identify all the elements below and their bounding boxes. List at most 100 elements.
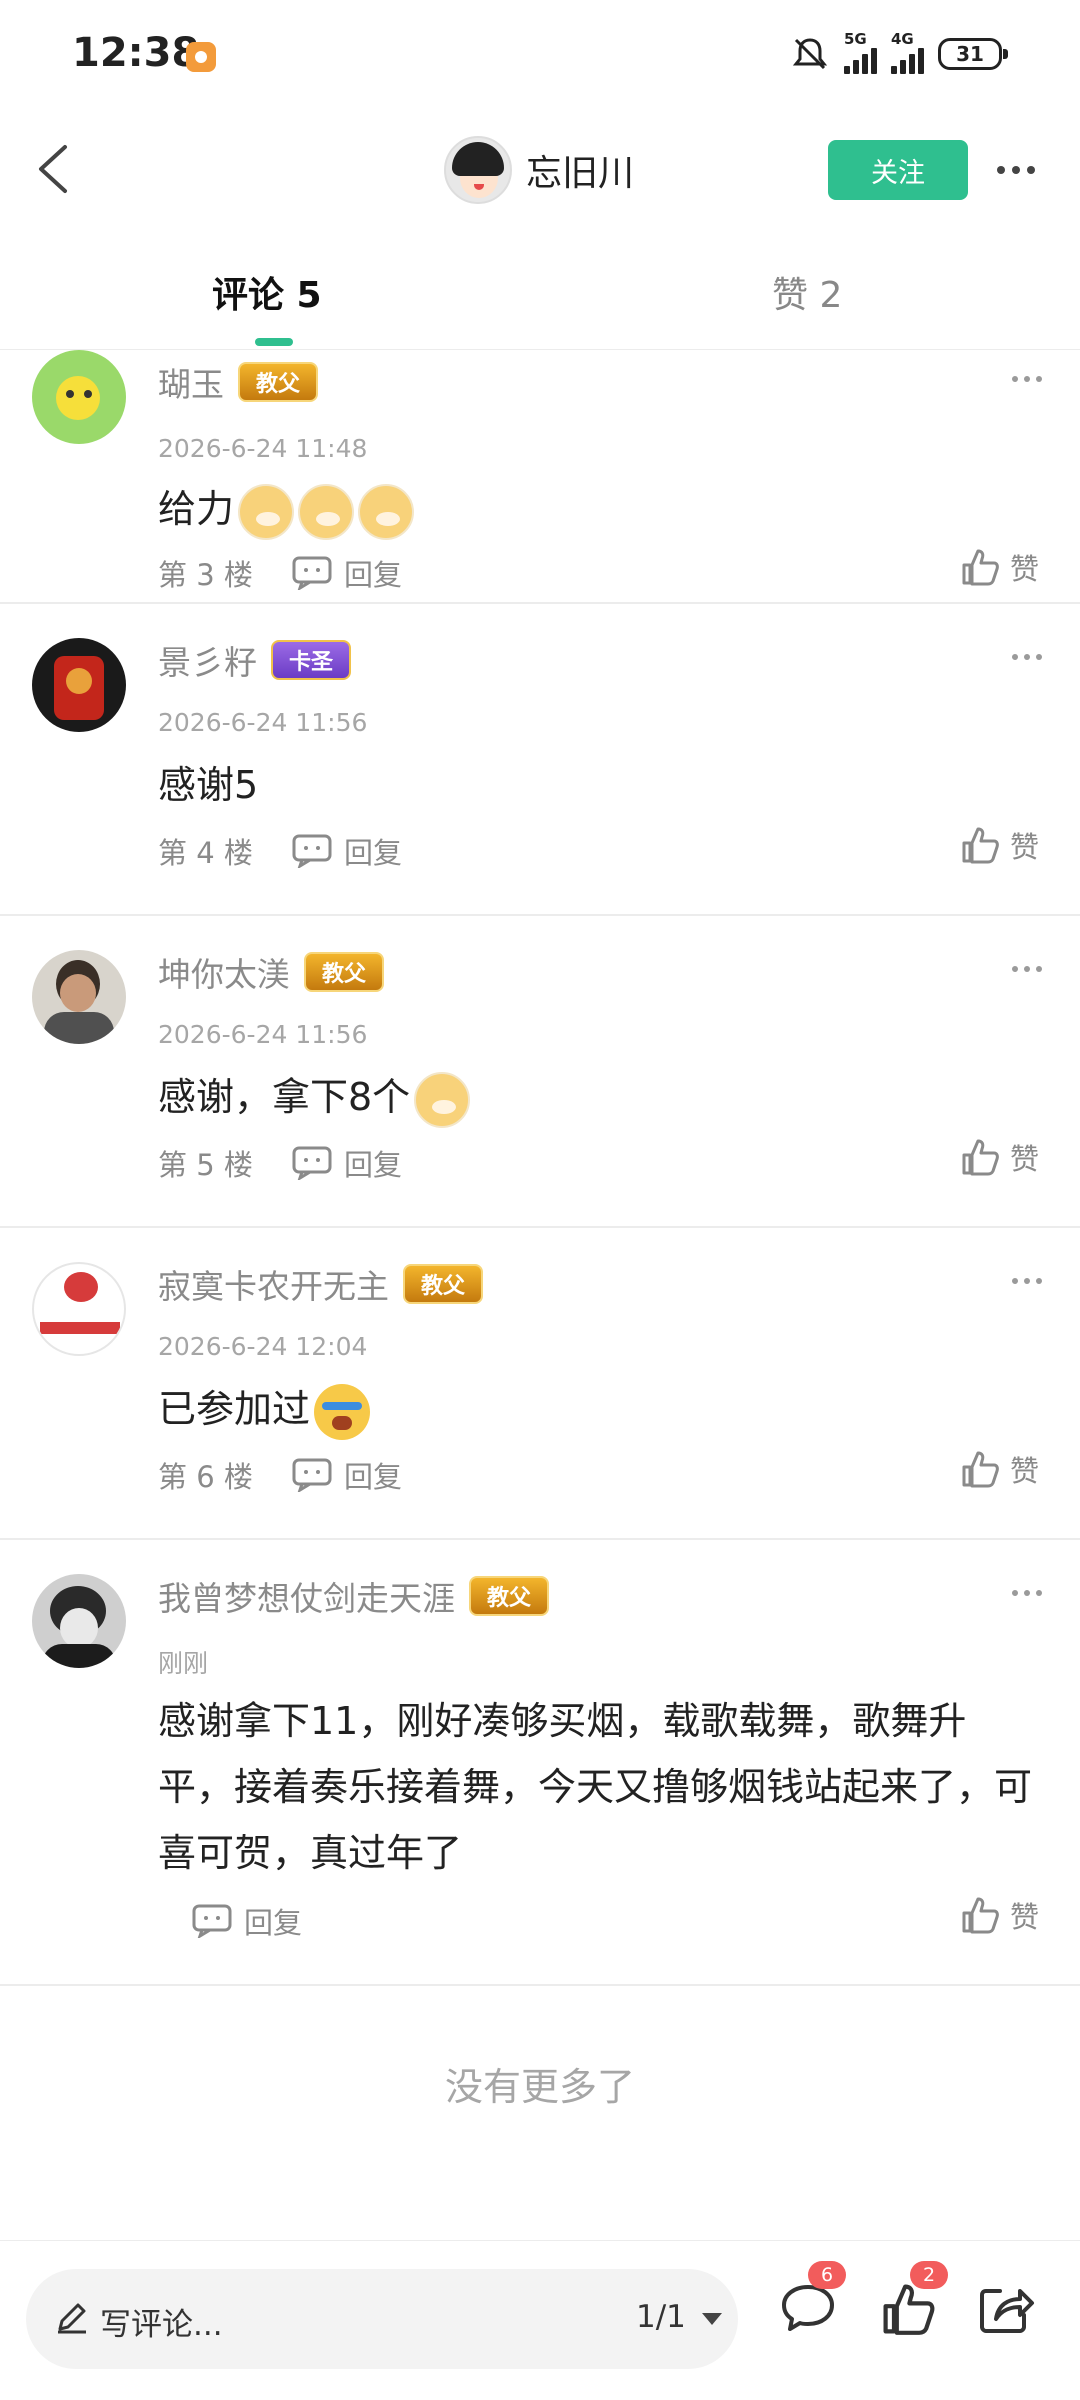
tab-indicator [255,338,293,346]
thumbs-up-icon [962,1897,999,1934]
follow-button[interactable]: 关注 [828,140,968,200]
comment-bubble-icon [192,1904,232,1938]
floor-number: 第 4 楼 [158,836,253,870]
like-action-button[interactable]: 2 [880,2261,948,2341]
like-button[interactable]: 赞 [960,824,1039,866]
comment-bubble-icon [292,556,332,590]
comment-timestamp: 2026-6-24 11:56 [158,708,368,737]
comment-content: 感谢5 [158,763,259,807]
reply-button[interactable]: 回复 [292,1454,402,1496]
no-more-text: 没有更多了 [444,2065,635,2109]
header: 忘旧川 关注 [0,110,1080,230]
comment-username[interactable]: 景彡籽 卡圣 [158,636,352,684]
status-bar: 12:38 5G 4G 31 [0,0,1080,110]
avatar[interactable] [32,1262,126,1356]
tab-bar: 评论 5 赞 2 [0,230,1080,350]
like-button[interactable]: 赞 [960,1894,1039,1936]
comment-item: 景彡籽 卡圣 2026-6-24 11:56 感谢5 第 4 楼 回复 赞 [0,604,1080,916]
caret-down-icon[interactable] [702,2313,722,2325]
back-button[interactable] [18,134,88,204]
status-time: 12:38 [72,30,200,76]
user-badge: 卡圣 [271,640,352,680]
comment-username[interactable]: 寂寞卡农开无主 教父 [158,1260,484,1308]
emoji-icon [238,483,295,540]
signal-4g-icon: 4G [891,30,924,74]
comment-timestamp: 2026-6-24 11:56 [158,1020,368,1049]
comment-more-button[interactable] [1012,376,1042,382]
comment-input[interactable]: 写评论... 1/1 [26,2269,738,2369]
comment-list[interactable]: 瑚玉 教父 2026-6-24 11:48 给力 第 3 楼 回复 赞 景彡籽 … [0,350,1080,2240]
reply-button[interactable]: 回复 [292,1142,402,1184]
user-badge: 教父 [469,1576,550,1616]
tab-likes[interactable]: 赞 2 [772,266,842,318]
comment-bubble-icon [292,1458,332,1492]
comment-more-button[interactable] [1012,1590,1042,1596]
header-username: 忘旧川 [526,153,635,194]
comment-timestamp: 2026-6-24 12:04 [158,1332,368,1361]
battery-icon: 31 [938,38,1008,70]
reply-button[interactable]: 回复 [292,552,402,594]
comment-item: 瑚玉 教父 2026-6-24 11:48 给力 第 3 楼 回复 赞 [0,350,1080,604]
comment-item: 我曾梦想仗剑走天涯 教父 刚刚 感谢拿下11，刚好凑够买烟，载歌载舞，歌舞升平，… [0,1540,1080,1986]
comment-bubble-icon [292,834,332,868]
page-indicator[interactable]: 1/1 [636,2299,686,2335]
thumbs-up-icon [962,827,999,864]
floor-number: 第 5 楼 [158,1148,253,1182]
comment-timestamp: 刚刚 [158,1649,209,1678]
avatar[interactable] [32,350,126,444]
status-indicators: 5G 4G 31 [790,30,1008,74]
emoji-icon [414,1071,471,1128]
user-badge: 教父 [403,1264,484,1304]
comment-timestamp: 2026-6-24 11:48 [158,434,368,463]
comment-more-button[interactable] [1012,654,1042,660]
comment-content: 给力 [158,476,1038,542]
like-button[interactable]: 赞 [960,546,1039,588]
avatar[interactable] [32,950,126,1044]
pen-icon [58,2303,86,2334]
bottom-bar: 写评论... 1/1 6 2 [0,2240,1080,2400]
tab-comments[interactable]: 评论 5 [212,266,322,318]
comment-username[interactable]: 瑚玉 教父 [158,358,319,406]
emoji-icon [358,483,415,540]
thumbs-up-icon [962,549,999,586]
comment-more-button[interactable] [1012,1278,1042,1284]
user-badge: 教父 [304,952,385,992]
avatar[interactable] [32,1574,126,1668]
like-button[interactable]: 赞 [960,1136,1039,1178]
comment-item: 坤你太渼 教父 2026-6-24 11:56 感谢，拿下8个 第 5 楼 回复… [0,916,1080,1228]
avatar[interactable] [32,638,126,732]
like-count-badge: 2 [910,2261,948,2289]
user-badge: 教父 [238,362,319,402]
signal-5g-icon: 5G [844,30,877,74]
thumbs-up-icon [883,2284,935,2335]
chevron-left-icon [39,145,67,193]
comment-item: 寂寞卡农开无主 教父 2026-6-24 12:04 已参加过 第 6 楼 回复… [0,1228,1080,1540]
comment-content: 感谢拿下11，刚好凑够买烟，载歌载舞，歌舞升平，接着奏乐接着舞，今天又撸够烟钱站… [158,1699,1033,1875]
comment-bubble-icon [292,1146,332,1180]
comment-content: 已参加过 [158,1376,1038,1442]
thumbs-up-icon [962,1139,999,1176]
more-options-button[interactable] [986,144,1046,196]
comment-username[interactable]: 坤你太渼 教父 [158,948,385,996]
comments-action-button[interactable]: 6 [778,2261,846,2341]
floor-number: 第 3 楼 [158,558,253,592]
comment-count-badge: 6 [808,2261,846,2289]
comment-placeholder: 写评论... [100,2307,223,2343]
like-button[interactable]: 赞 [960,1448,1039,1490]
comment-more-button[interactable] [1012,966,1042,972]
comment-username[interactable]: 我曾梦想仗剑走天涯 教父 [158,1572,550,1620]
thumbs-up-icon [962,1451,999,1488]
reply-button[interactable]: 回复 [292,830,402,872]
avatar [444,136,512,204]
share-icon [980,2289,1034,2333]
floor-number: 第 6 楼 [158,1460,253,1494]
comment-icon [782,2285,834,2331]
weibo-notification-icon [186,42,216,72]
mute-icon [792,38,828,70]
comment-content: 感谢，拿下8个 [158,1064,1038,1130]
header-user[interactable]: 忘旧川 [444,136,634,204]
reply-button[interactable]: 回复 [192,1900,302,1942]
share-button[interactable] [976,2281,1036,2341]
emoji-icon [298,483,355,540]
emoji-icon [314,1383,371,1440]
